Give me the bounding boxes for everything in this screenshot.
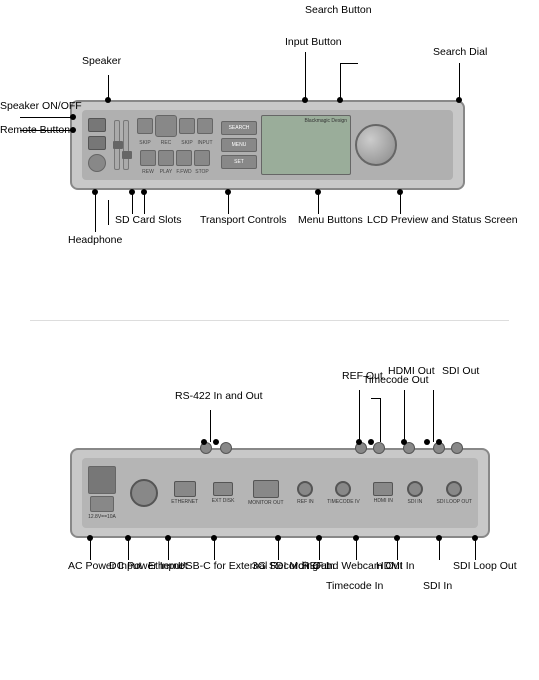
- right-buttons: SEARCH MENU SET: [221, 121, 257, 169]
- ethernet-section: ETHERNET: [171, 481, 198, 505]
- ref-in-port: [297, 481, 313, 497]
- rs422-dot1: [201, 439, 207, 445]
- lcd-preview-label: LCD Preview and Status Screen: [367, 214, 518, 228]
- timecode-iv-section: TIMECODE IV: [327, 481, 360, 505]
- monitor-out-section: MONITOR OUT: [248, 480, 283, 506]
- play-btn: [158, 150, 174, 166]
- separator: [30, 320, 509, 321]
- ffwd-btn: [176, 150, 192, 166]
- hdmi-in-label: HDMI In: [376, 560, 415, 574]
- speaker-onoff-switch: [88, 118, 106, 132]
- rs422-port2: [220, 442, 232, 454]
- timecode-in-label: Timecode In: [326, 580, 383, 594]
- search-dial: [355, 124, 397, 166]
- input-btn: [197, 118, 213, 134]
- speaker-onoff-label: Speaker ON/OFF: [0, 100, 82, 114]
- ac-port: [88, 466, 116, 494]
- hdmi-in-port: [373, 482, 393, 496]
- ref-in-label: REF In: [302, 560, 335, 574]
- sdi-loop-label: SDI Loop Out: [453, 560, 517, 574]
- search-button-label: Search Button: [305, 4, 372, 18]
- sdi-loop-port: [446, 481, 462, 497]
- lcd-screen: Blackmagic Design: [261, 115, 351, 175]
- menu-buttons-label: Menu Buttons: [298, 214, 363, 228]
- monitor-out-port: [253, 480, 279, 498]
- prev-btn: [137, 118, 153, 134]
- rew-btn: [140, 150, 156, 166]
- search-dial-label: Search Dial: [433, 46, 487, 60]
- top-panel: SKIP REC SKIP INPUT REW PLAY F.FWD STOP: [70, 100, 465, 190]
- ref-in-section: REF IN: [297, 481, 313, 505]
- ext-disk-section: EXT DISK: [212, 482, 235, 504]
- sdi-out-dot1: [424, 439, 430, 445]
- set-btn: SET: [221, 155, 257, 169]
- sdi-out-port-top2: [451, 442, 463, 454]
- dc-xlr-port: [130, 479, 158, 507]
- transport-controls-label: Transport Controls: [200, 214, 287, 228]
- sdi-in-label: SDI In: [423, 580, 452, 594]
- remote-button-label: Remote Button: [0, 124, 70, 138]
- side-buttons: [88, 118, 106, 172]
- sdi-loop-section: SDI LOOP OUT: [437, 481, 472, 505]
- top-panel-inner: SKIP REC SKIP INPUT REW PLAY F.FWD STOP: [82, 110, 453, 180]
- diagram-container: SKIP REC SKIP INPUT REW PLAY F.FWD STOP: [0, 0, 539, 680]
- spacer: [391, 442, 397, 454]
- timecode-out-dot: [368, 439, 374, 445]
- hdmi-out-label: HDMI Out: [388, 365, 435, 379]
- ac-port2: [90, 496, 114, 512]
- record-btn: [155, 115, 177, 137]
- transport-controls-group: SKIP REC SKIP INPUT REW PLAY F.FWD STOP: [137, 115, 213, 175]
- menu-btn: MENU: [221, 138, 257, 152]
- search-btn: SEARCH: [221, 121, 257, 135]
- next-btn: [179, 118, 195, 134]
- bottom-panel: 12.8V==10A ETHERNET EXT DISK MONITOR OUT: [70, 448, 490, 538]
- speaker-label: Speaker: [82, 55, 121, 69]
- rs422-label: RS-422 In and Out: [175, 390, 263, 404]
- headphone-label: Headphone: [68, 234, 122, 248]
- slider-group: [114, 120, 129, 170]
- bottom-panel-inner: 12.8V==10A ETHERNET EXT DISK MONITOR OUT: [82, 458, 478, 528]
- transport-row-1: [137, 115, 213, 137]
- slider-1: [114, 120, 120, 170]
- rs422-dot2: [213, 439, 219, 445]
- transport-row-2: [140, 150, 210, 166]
- sdi-in-port: [407, 481, 423, 497]
- sdi-out-label: SDI Out: [442, 365, 479, 379]
- headphone-jack: [88, 154, 106, 172]
- stop-btn: [194, 150, 210, 166]
- sdi-out-dot2: [436, 439, 442, 445]
- sdi-in-section: SDI IN: [407, 481, 423, 505]
- ext-disk-port: [213, 482, 233, 496]
- input-button-label: Input Button: [285, 36, 342, 50]
- hdmi-in-section: HDMI IN: [373, 482, 393, 504]
- ethernet-port: [174, 481, 196, 497]
- timecode-out-port-top: [373, 442, 385, 454]
- ac-power-section: 12.8V==10A: [88, 466, 116, 520]
- sd-card-label: SD Card Slots: [115, 214, 182, 228]
- remote-button-ctrl: [88, 136, 106, 150]
- brand-label: Blackmagic Design: [304, 118, 347, 124]
- timecode-iv-port: [335, 481, 351, 497]
- slider-2: [123, 120, 129, 170]
